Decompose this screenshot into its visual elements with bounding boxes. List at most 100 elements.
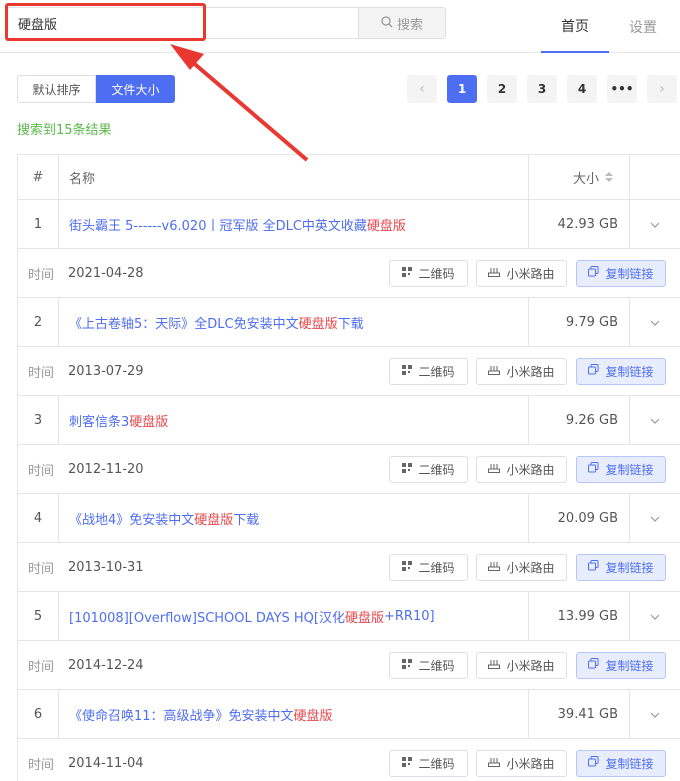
- search-box[interactable]: [5, 7, 359, 39]
- copy-link-button[interactable]: 复制链接: [576, 357, 666, 385]
- router-label: 小米路由: [506, 658, 555, 673]
- title-suffix: +RR10]: [384, 608, 435, 624]
- chevron-down-icon: [650, 217, 660, 232]
- row-title-link[interactable]: 街头霸王 5------v6.020丨冠军版 全DLC中英文收藏 硬盘版: [59, 200, 529, 248]
- pagination: ‹ 1 2 3 4 ••• ›: [407, 75, 678, 103]
- title-highlight: 硬盘版: [298, 316, 338, 332]
- router-label: 小米路由: [506, 756, 555, 771]
- search-input[interactable]: [6, 8, 359, 38]
- page-3-button[interactable]: 3: [527, 75, 557, 103]
- mi-router-button[interactable]: 小米路由: [476, 749, 567, 777]
- row-details: 时间 2014-12-24 二维码 小米路由 复制链接: [18, 641, 680, 690]
- chevron-down-icon: [650, 707, 660, 722]
- title-highlight: 硬盘版: [129, 414, 169, 430]
- row-title-link[interactable]: 刺客信条3 硬盘版: [59, 396, 529, 444]
- expand-button[interactable]: [630, 494, 680, 542]
- row-title-link[interactable]: [101008][Overflow]SCHOOL DAYS HQ[汉化 硬盘版 +R…: [59, 592, 529, 640]
- qr-code-button[interactable]: 二维码: [389, 749, 468, 777]
- copy-label: 复制链接: [605, 364, 654, 379]
- mi-router-button[interactable]: 小米路由: [476, 259, 567, 287]
- time-label: 时间: [28, 659, 55, 675]
- sort-size-button[interactable]: 文件大小: [96, 75, 175, 103]
- qr-label: 二维码: [418, 560, 455, 575]
- header-num: #: [18, 155, 59, 199]
- row-size: 42.93 GB: [529, 200, 630, 248]
- copy-link-button[interactable]: 复制链接: [576, 749, 666, 777]
- title-highlight: 硬盘版: [194, 512, 234, 528]
- expand-button[interactable]: [630, 396, 680, 444]
- row-size: 20.09 GB: [529, 494, 630, 542]
- qr-code-button[interactable]: 二维码: [389, 651, 468, 679]
- prev-page-button[interactable]: ‹: [407, 75, 437, 103]
- table-row: 2 《上古卷轴5：天际》全DLC免安装中文 硬盘版 下载 9.79 GB: [18, 298, 680, 347]
- mi-router-button[interactable]: 小米路由: [476, 553, 567, 581]
- more-pages-button[interactable]: •••: [607, 75, 637, 103]
- qr-code-button[interactable]: 二维码: [389, 259, 468, 287]
- row-title-link[interactable]: 《使命召唤11：高级战争》免安装中文 硬盘版: [59, 690, 529, 738]
- row-title-link[interactable]: 《战地4》免安装中文 硬盘版 下载: [59, 494, 529, 542]
- sort-default-button[interactable]: 默认排序: [17, 75, 96, 103]
- row-num: 2: [18, 298, 59, 346]
- mi-router-button[interactable]: 小米路由: [476, 455, 567, 483]
- nav-home[interactable]: 首页: [541, 0, 609, 53]
- title-prefix: [101008][Overflow]SCHOOL DAYS HQ[汉化: [69, 610, 345, 626]
- qr-code-icon: [402, 364, 413, 378]
- mi-router-button[interactable]: 小米路由: [476, 651, 567, 679]
- row-size: 9.26 GB: [529, 396, 630, 444]
- copy-icon: [588, 658, 599, 672]
- copy-icon: [588, 266, 599, 280]
- title-suffix: 下载: [233, 512, 260, 528]
- copy-link-button[interactable]: 复制链接: [576, 455, 666, 483]
- chevron-down-icon: [650, 609, 660, 624]
- qr-code-button[interactable]: 二维码: [389, 357, 468, 385]
- expand-button[interactable]: [630, 298, 680, 346]
- row-date: 2014-12-24: [68, 657, 144, 673]
- row-title-link[interactable]: 《上古卷轴5：天际》全DLC免安装中文 硬盘版 下载: [59, 298, 529, 346]
- copy-label: 复制链接: [605, 658, 654, 673]
- title-prefix: 街头霸王 5------v6.020丨冠军版 全DLC中英文收藏: [69, 218, 367, 234]
- copy-icon: [588, 462, 599, 476]
- expand-button[interactable]: [630, 200, 680, 248]
- copy-link-button[interactable]: 复制链接: [576, 259, 666, 287]
- table-body: 1 街头霸王 5------v6.020丨冠军版 全DLC中英文收藏 硬盘版 42…: [18, 200, 680, 781]
- expand-button[interactable]: [630, 592, 680, 640]
- copy-label: 复制链接: [605, 266, 654, 281]
- result-count: 搜索到15条结果: [17, 123, 112, 138]
- qr-label: 二维码: [418, 364, 455, 379]
- router-icon: [488, 658, 501, 672]
- row-details: 时间 2013-10-31 二维码 小米路由 复制链接: [18, 543, 680, 592]
- router-icon: [488, 364, 501, 378]
- results-table: # 名称 大小 1 街头霸王 5------v6.020丨冠军版 全DLC中英文…: [17, 154, 680, 781]
- copy-label: 复制链接: [605, 756, 654, 771]
- expand-button[interactable]: [630, 690, 680, 738]
- row-date: 2012-11-20: [68, 461, 144, 477]
- title-highlight: 硬盘版: [344, 610, 384, 626]
- next-page-button[interactable]: ›: [647, 75, 677, 103]
- page-2-button[interactable]: 2: [487, 75, 517, 103]
- page-4-button[interactable]: 4: [567, 75, 597, 103]
- header-size-label: 大小: [572, 171, 599, 187]
- row-date: 2021-04-28: [68, 265, 144, 281]
- row-details: 时间 2021-04-28 二维码 小米路由 复制链接: [18, 249, 680, 298]
- copy-link-button[interactable]: 复制链接: [576, 651, 666, 679]
- header-size[interactable]: 大小: [529, 155, 630, 199]
- page-1-button[interactable]: 1: [447, 75, 477, 103]
- table-row: 4 《战地4》免安装中文 硬盘版 下载 20.09 GB: [18, 494, 680, 543]
- mi-router-button[interactable]: 小米路由: [476, 357, 567, 385]
- time-label: 时间: [28, 267, 55, 283]
- chevron-down-icon: [650, 315, 660, 330]
- row-num: 6: [18, 690, 59, 738]
- table-row: 5 [101008][Overflow]SCHOOL DAYS HQ[汉化 硬盘版…: [18, 592, 680, 641]
- router-icon: [488, 756, 501, 770]
- qr-code-button[interactable]: 二维码: [389, 455, 468, 483]
- copy-link-button[interactable]: 复制链接: [576, 553, 666, 581]
- qr-code-icon: [402, 658, 413, 672]
- row-date: 2013-07-29: [68, 363, 144, 379]
- copy-icon: [588, 364, 599, 378]
- nav-settings[interactable]: 设置: [612, 0, 674, 53]
- row-size: 9.79 GB: [529, 298, 630, 346]
- search-button[interactable]: 搜索: [358, 7, 446, 39]
- qr-code-button[interactable]: 二维码: [389, 553, 468, 581]
- time-label: 时间: [28, 463, 55, 479]
- title-prefix: 《上古卷轴5：天际》全DLC免安装中文: [69, 316, 299, 332]
